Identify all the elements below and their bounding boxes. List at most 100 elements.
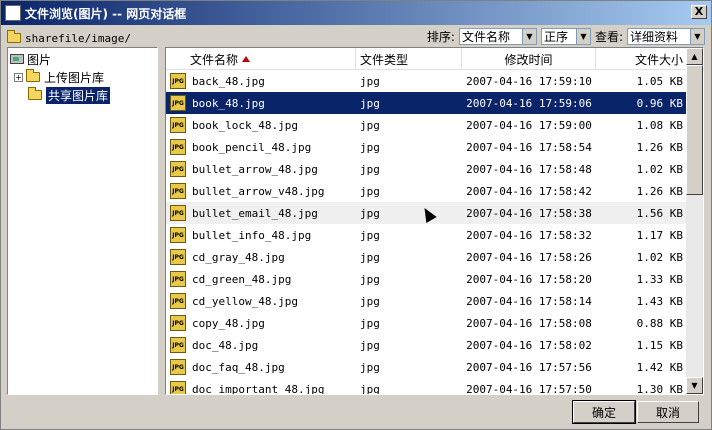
sort-ascending-icon [242,56,251,62]
sort-order-select[interactable]: 正序 ▼ [540,28,591,45]
table-row[interactable]: JPG bullet_info_48.jpg jpg 2007-04-16 17:58… [166,224,687,246]
file-type: jpg [360,162,380,176]
column-header-type[interactable]: 文件类型 [356,48,462,70]
chevron-down-icon: ▼ [690,29,704,44]
column-header-label: 文件大小 [634,52,683,67]
jpg-file-icon: JPG [170,293,186,309]
column-header-size[interactable]: 文件大小 [596,48,687,70]
view-controls: 排序: 文件名称 ▼ 正序 ▼ 查看: 详细资料 ▼ [427,28,705,45]
table-row[interactable]: JPG book_lock_48.jpg jpg 2007-04-16 17:59:0… [166,114,687,136]
file-size: 1.56 KB [636,206,683,220]
table-row[interactable]: JPG copy_48.jpg jpg 2007-04-16 17:58:08 0.88… [166,312,687,334]
jpg-file-icon: JPG [170,205,186,221]
file-name: back_48.jpg [192,74,265,88]
column-header-label: 文件名称 [190,52,239,67]
file-name: bullet_email_48.jpg [192,206,318,220]
jpg-file-icon: JPG [170,161,186,177]
file-name: cd_gray_48.jpg [192,250,285,264]
jpg-file-icon: JPG [170,359,186,375]
file-type: jpg [360,118,380,132]
scroll-thumb[interactable] [686,65,703,195]
ok-button[interactable]: 确定 [572,400,636,424]
scroll-down-button[interactable]: ▼ [686,377,703,394]
scroll-up-button[interactable]: ▲ [686,48,703,65]
jpg-file-icon: JPG [170,337,186,353]
file-type: jpg [360,140,380,154]
file-name: book_lock_48.jpg [192,118,298,132]
sort-by-select[interactable]: 文件名称 ▼ [458,28,537,45]
file-size: 0.96 KB [636,96,683,110]
file-modified: 2007-04-16 17:58:20 [466,272,592,286]
file-name: bullet_arrow_48.jpg [192,162,318,176]
file-size: 1.05 KB [636,74,683,88]
file-type: jpg [360,360,380,374]
vertical-scrollbar[interactable]: ▲ ▼ [686,48,703,394]
view-mode-value: 详细资料 [630,30,679,44]
cancel-button[interactable]: 取消 [637,401,699,423]
table-row[interactable]: JPG cd_green_48.jpg jpg 2007-04-16 17:58:20… [166,268,687,290]
file-type: jpg [360,184,380,198]
file-size: 1.33 KB [636,272,683,286]
file-name-cell: JPG cd_yellow_48.jpg [166,293,356,309]
file-size: 1.08 KB [636,118,683,132]
column-header-name[interactable]: 文件名称 [166,48,356,70]
jpg-file-icon: JPG [170,249,186,265]
file-modified: 2007-04-16 17:59:00 [466,118,592,132]
tree-item-label: 上传图片库 [44,70,105,85]
tree-root[interactable]: 图片 [10,50,51,68]
table-row[interactable]: JPG bullet_arrow_v48.jpg jpg 2007-04-16 17:… [166,180,687,202]
file-browser-dialog: 文件浏览(图片) -- 网页对话框 X sharefile/image/ 排序:… [0,0,712,430]
file-type: jpg [360,338,380,352]
table-row[interactable]: JPG cd_gray_48.jpg jpg 2007-04-16 17:58:26 1… [166,246,687,268]
file-modified: 2007-04-16 17:59:10 [466,74,592,88]
path-bar: sharefile/image/ [7,29,131,47]
title-bar[interactable]: 文件浏览(图片) -- 网页对话框 X [1,1,711,25]
current-path: sharefile/image/ [25,31,131,45]
file-modified: 2007-04-16 17:58:42 [466,184,592,198]
folder-icon [26,69,40,82]
table-row[interactable]: JPG doc_48.jpg jpg 2007-04-16 17:58:02 1.15 … [166,334,687,356]
file-type: jpg [360,74,380,88]
file-name-cell: JPG book_48.jpg [166,95,356,111]
table-row[interactable]: JPG doc_important_48.jpg jpg 2007-04-16 17:… [166,378,687,395]
jpg-file-icon: JPG [170,117,186,133]
file-size: 1.26 KB [636,140,683,154]
view-label: 查看: [594,30,623,44]
drive-icon [10,54,24,64]
sort-label: 排序: [426,30,455,44]
table-row[interactable]: JPG doc_faq_48.jpg jpg 2007-04-16 17:57:56 1… [166,356,687,378]
file-modified: 2007-04-16 17:58:38 [466,206,592,220]
file-modified: 2007-04-16 17:58:32 [466,228,592,242]
jpg-file-icon: JPG [170,95,186,111]
file-name: cd_yellow_48.jpg [192,294,298,308]
file-type: jpg [360,382,380,395]
view-mode-select[interactable]: 详细资料 ▼ [627,28,705,45]
window-icon [5,5,21,21]
jpg-file-icon: JPG [170,315,186,331]
expand-icon[interactable]: + [14,72,23,82]
file-name: bullet_info_48.jpg [192,228,312,242]
jpg-file-icon: JPG [170,227,186,243]
file-name-cell: JPG bullet_arrow_48.jpg [166,161,356,177]
file-modified: 2007-04-16 17:58:26 [466,250,592,264]
table-row[interactable]: JPG book_48.jpg jpg 2007-04-16 17:59:06 0.96… [166,92,687,114]
file-modified: 2007-04-16 17:58:08 [466,316,592,330]
file-name-cell: JPG bullet_arrow_v48.jpg [166,183,356,199]
column-header-label: 文件类型 [360,52,409,67]
sort-order-value: 正序 [543,30,568,44]
table-row[interactable]: JPG bullet_arrow_48.jpg jpg 2007-04-16 17:5… [166,158,687,180]
file-name: doc_important_48.jpg [192,382,325,395]
file-name-cell: JPG doc_important_48.jpg [166,381,356,395]
file-size: 0.88 KB [636,316,683,330]
jpg-file-icon: JPG [170,271,186,287]
chevron-down-icon: ▼ [521,29,536,44]
sort-by-value: 文件名称 [461,30,510,44]
file-modified: 2007-04-16 17:57:56 [466,360,592,374]
close-button[interactable]: X [691,5,707,19]
table-row[interactable]: JPG back_48.jpg jpg 2007-04-16 17:59:10 1.05… [166,70,687,92]
tree-item-upload[interactable]: + 上传图片库 [14,68,104,86]
tree-item-shared[interactable]: 共享图片库 [28,86,111,104]
table-row[interactable]: JPG book_pencil_48.jpg jpg 2007-04-16 17:58… [166,136,687,158]
table-row[interactable]: JPG cd_yellow_48.jpg jpg 2007-04-16 17:58:1… [166,290,687,312]
column-header-modified[interactable]: 修改时间 [462,48,596,70]
